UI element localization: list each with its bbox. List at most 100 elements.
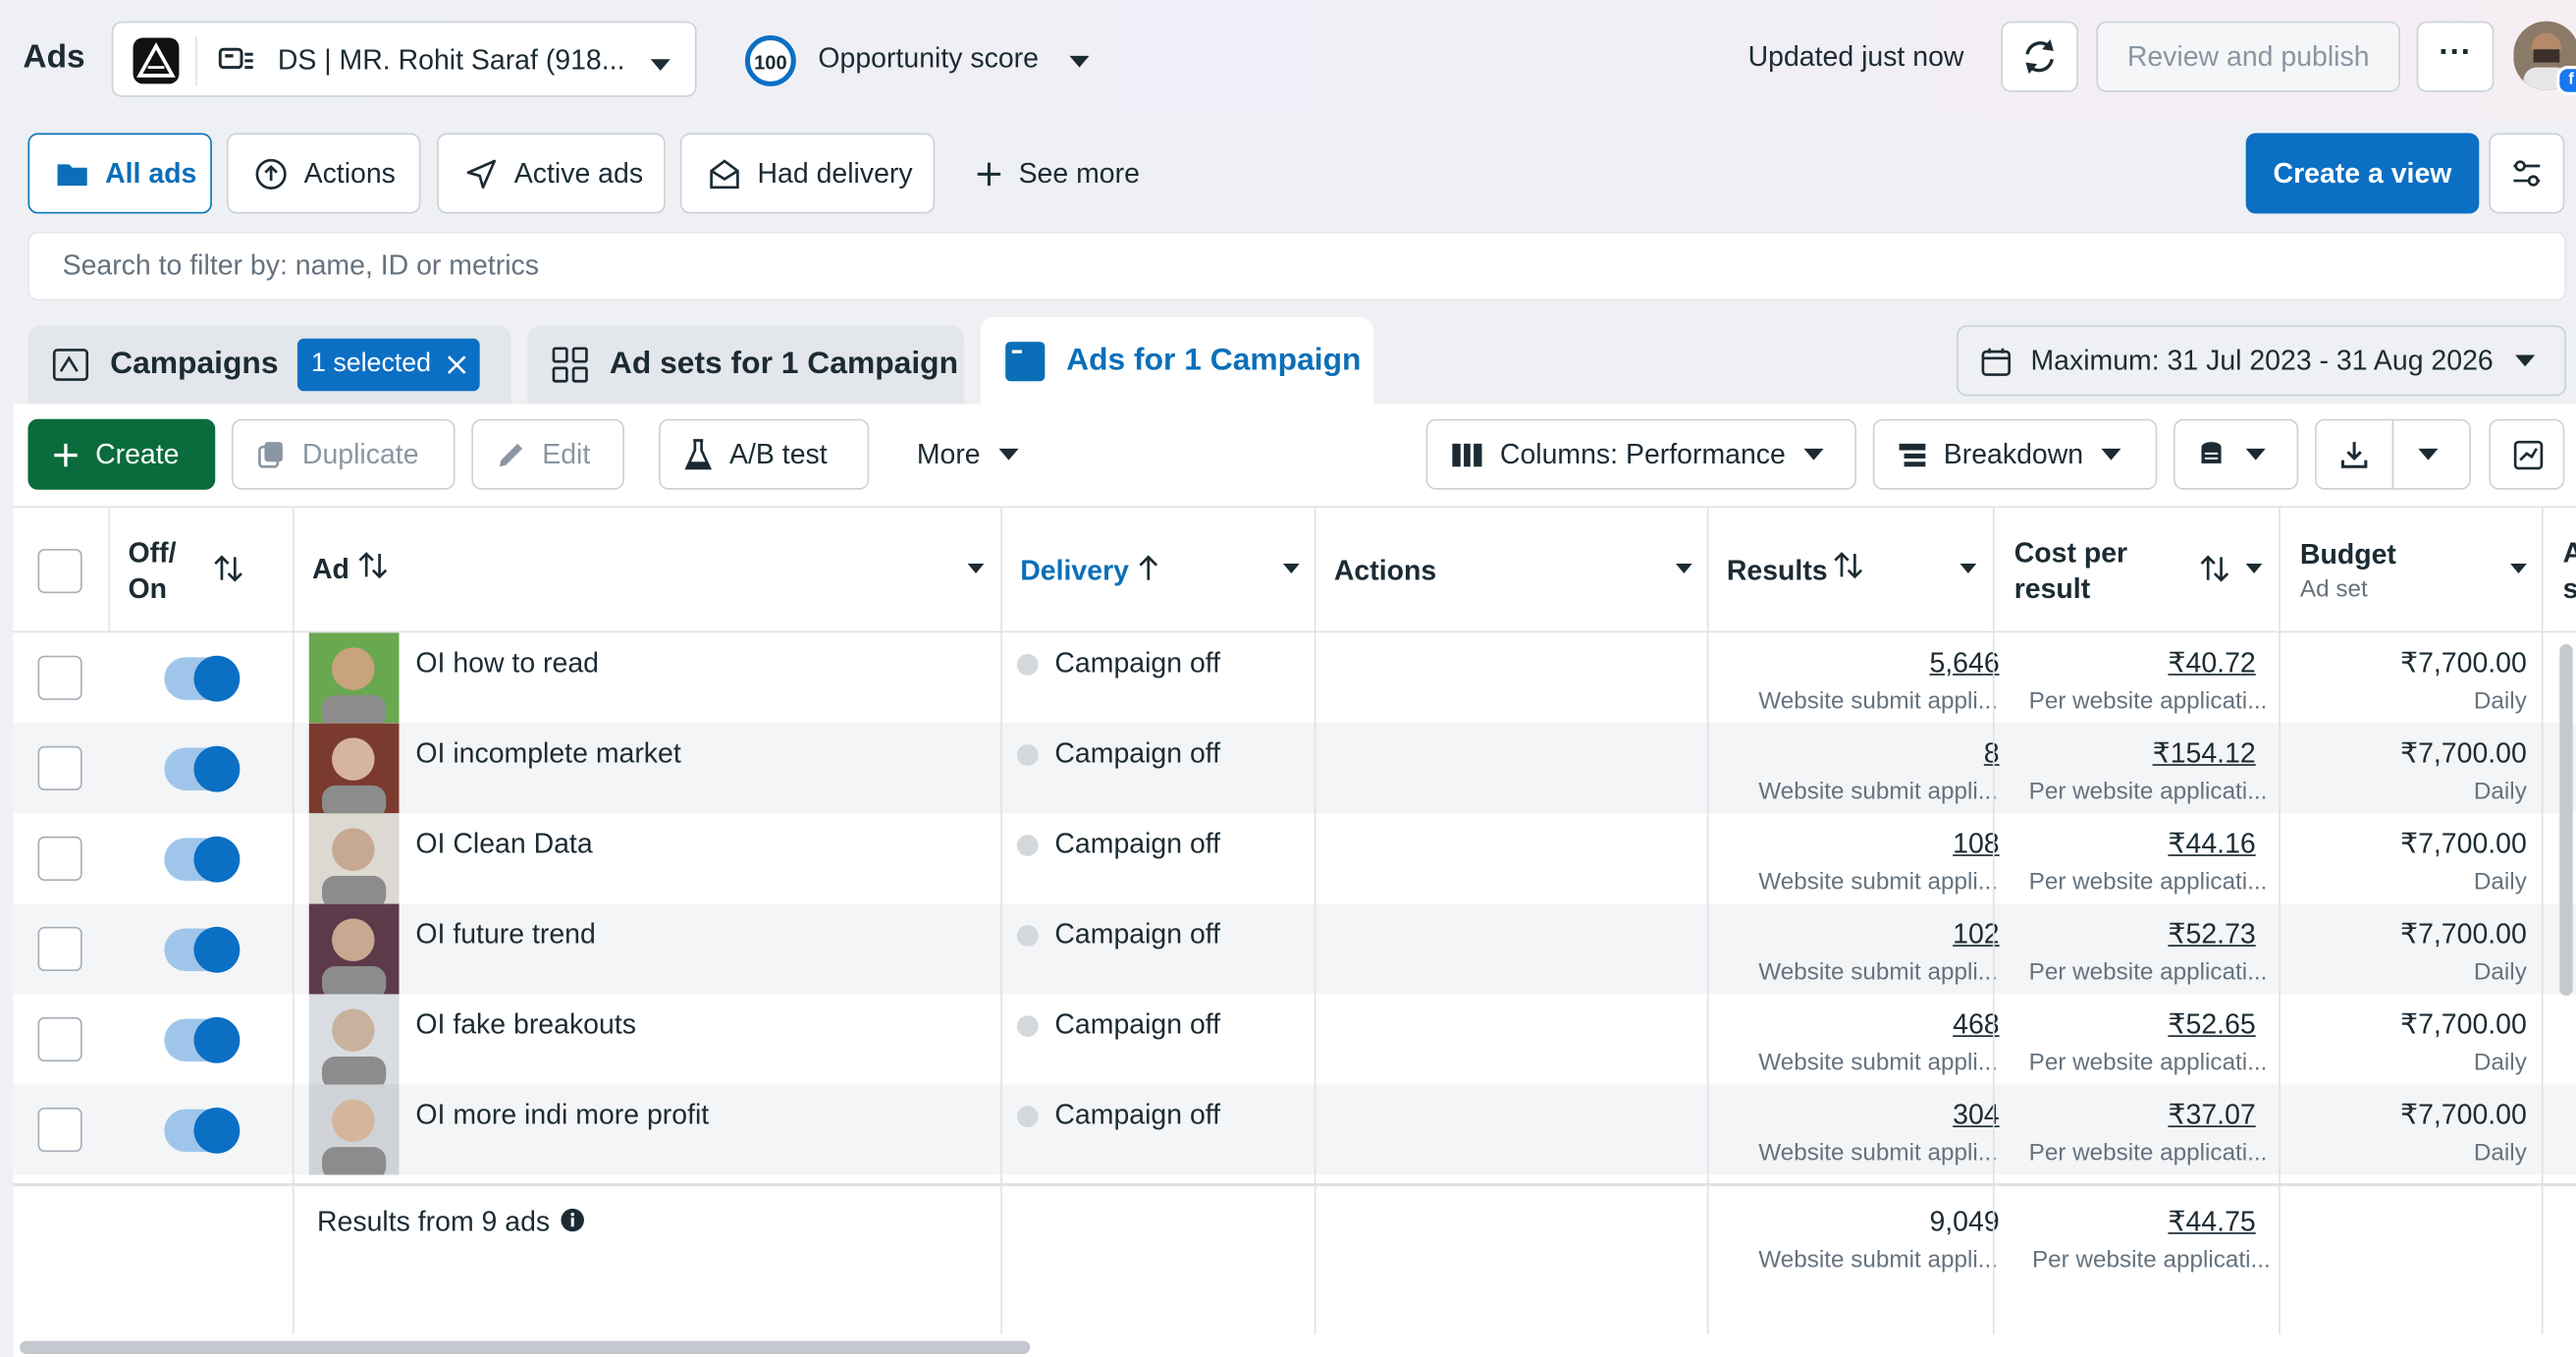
caret-down-icon[interactable]: [1068, 49, 1091, 79]
ad-toggle[interactable]: [164, 745, 241, 792]
refresh-button[interactable]: [2001, 21, 2078, 92]
column-menu-icon[interactable]: [2508, 562, 2528, 574]
ad-name[interactable]: OI Clean Data: [415, 828, 592, 860]
export-options-dropdown[interactable]: [2391, 418, 2471, 490]
account-selector[interactable]: DS | MR. Rohit Saraf (918...: [111, 21, 697, 97]
opportunity-score-label[interactable]: Opportunity score: [818, 43, 1039, 76]
budget-value[interactable]: ₹7,700.00: [2400, 1009, 2527, 1042]
header-off-on[interactable]: Off/ On: [110, 506, 295, 633]
see-more-button[interactable]: See more: [976, 158, 1140, 190]
table-row[interactable]: OI how to read Campaign off 5,646 Website s…: [13, 632, 2576, 724]
review-publish-button[interactable]: Review and publish: [2096, 21, 2400, 92]
sort-icon[interactable]: [1832, 551, 1864, 580]
budget-value[interactable]: ₹7,700.00: [2400, 828, 2527, 860]
more-button[interactable]: More: [893, 419, 1051, 490]
tab-ads[interactable]: Ads for 1 Campaign: [981, 316, 1374, 407]
ad-name[interactable]: OI more indi more profit: [415, 1100, 709, 1132]
column-menu-icon[interactable]: [1281, 562, 1301, 574]
results-value[interactable]: 8: [1984, 737, 2000, 770]
budget-value[interactable]: ₹7,700.00: [2400, 918, 2527, 950]
reports-dropdown[interactable]: [2174, 418, 2299, 490]
view-actions[interactable]: Actions: [226, 133, 421, 214]
view-had-delivery[interactable]: Had delivery: [679, 133, 936, 214]
columns-dropdown[interactable]: Columns: Performance: [1425, 418, 1857, 490]
horizontal-scrollbar[interactable]: [20, 1340, 1031, 1354]
budget-value[interactable]: ₹7,700.00: [2400, 1100, 2527, 1132]
opportunity-score-icon[interactable]: 100: [742, 32, 796, 86]
tab-campaigns[interactable]: Campaigns 1 selected: [27, 325, 511, 405]
view-all-ads[interactable]: All ads: [27, 133, 212, 214]
table-row[interactable]: OI fake breakouts Campaign off 468 Website …: [13, 994, 2576, 1085]
ad-toggle[interactable]: [164, 1016, 241, 1063]
ad-toggle[interactable]: [164, 1107, 241, 1154]
row-checkbox[interactable]: [37, 1016, 82, 1062]
edit-button[interactable]: Edit: [471, 418, 624, 490]
breakdown-dropdown[interactable]: Breakdown: [1872, 418, 2158, 490]
sort-ascending-icon[interactable]: [1137, 554, 1159, 583]
search-filter[interactable]: [27, 231, 2567, 301]
select-all-checkbox[interactable]: [37, 548, 82, 594]
cost-value[interactable]: ₹154.12: [2153, 737, 2256, 770]
sort-icon[interactable]: [356, 551, 389, 580]
ad-thumbnail[interactable]: [308, 903, 400, 995]
table-row[interactable]: OI more indi more profit Campaign off 304 W…: [13, 1084, 2576, 1175]
header-ad[interactable]: Ad: [294, 506, 1002, 633]
cost-value[interactable]: ₹52.65: [2168, 1009, 2255, 1042]
sort-icon[interactable]: [212, 554, 244, 583]
create-view-button[interactable]: Create a view: [2245, 133, 2480, 214]
column-menu-icon[interactable]: [1959, 562, 1978, 574]
cost-value[interactable]: ₹44.16: [2168, 828, 2255, 860]
cost-value[interactable]: ₹37.07: [2168, 1100, 2255, 1132]
ad-thumbnail[interactable]: [308, 1084, 400, 1175]
row-checkbox[interactable]: [37, 745, 82, 790]
row-checkbox[interactable]: [37, 1107, 82, 1153]
sort-icon[interactable]: [2198, 554, 2230, 583]
ad-name[interactable]: OI incomplete market: [415, 737, 680, 770]
column-menu-icon[interactable]: [1674, 562, 1693, 574]
ab-test-button[interactable]: A/B test: [659, 418, 870, 490]
cost-value[interactable]: ₹52.73: [2168, 918, 2255, 950]
view-active-ads[interactable]: Active ads: [437, 133, 666, 214]
results-value[interactable]: 5,646: [1929, 647, 1999, 679]
ad-thumbnail[interactable]: [308, 723, 400, 814]
vertical-scrollbar[interactable]: [2559, 644, 2573, 997]
budget-value[interactable]: ₹7,700.00: [2400, 737, 2527, 770]
charts-button[interactable]: [2489, 418, 2565, 490]
row-checkbox[interactable]: [37, 926, 82, 972]
duplicate-button[interactable]: Duplicate: [231, 418, 456, 490]
ad-toggle[interactable]: [164, 926, 241, 973]
cost-value[interactable]: ₹40.72: [2168, 647, 2255, 679]
header-next-column[interactable]: A s: [2543, 506, 2576, 633]
budget-value[interactable]: ₹7,700.00: [2400, 647, 2527, 679]
ad-thumbnail[interactable]: [308, 994, 400, 1085]
table-row[interactable]: OI Clean Data Campaign off 108 Website subm…: [13, 813, 2576, 904]
column-menu-icon[interactable]: [966, 562, 986, 574]
table-row[interactable]: OI incomplete market Campaign off 8 Website…: [13, 723, 2576, 814]
export-button[interactable]: [2314, 418, 2394, 490]
ad-name[interactable]: OI how to read: [415, 647, 599, 679]
more-options-button[interactable]: ···: [2416, 21, 2495, 92]
close-icon[interactable]: [448, 354, 467, 374]
row-checkbox[interactable]: [37, 836, 82, 881]
ad-toggle[interactable]: [164, 836, 241, 883]
ad-name[interactable]: OI future trend: [415, 918, 595, 950]
row-checkbox[interactable]: [37, 655, 82, 700]
date-range-picker[interactable]: Maximum: 31 Jul 2023 - 31 Aug 2026: [1957, 325, 2567, 397]
ad-toggle[interactable]: [164, 655, 241, 702]
view-settings-button[interactable]: [2489, 133, 2565, 214]
ad-name[interactable]: OI fake breakouts: [415, 1009, 636, 1042]
search-input[interactable]: [29, 233, 2565, 299]
header-actions[interactable]: Actions: [1315, 506, 1709, 633]
ad-thumbnail[interactable]: [308, 632, 400, 724]
header-delivery[interactable]: Delivery: [1001, 506, 1316, 633]
header-results[interactable]: Results: [1708, 506, 1995, 633]
header-budget[interactable]: Budget Ad set: [2280, 506, 2544, 633]
tab-adsets[interactable]: Ad sets for 1 Campaign: [527, 325, 965, 405]
ad-thumbnail[interactable]: [308, 813, 400, 904]
table-row[interactable]: OI future trend Campaign off 102 Website su…: [13, 903, 2576, 995]
column-menu-icon[interactable]: [2244, 562, 2264, 574]
info-icon[interactable]: [561, 1208, 585, 1232]
footer-cost[interactable]: ₹44.75: [2168, 1206, 2255, 1238]
selected-badge[interactable]: 1 selected: [297, 338, 481, 392]
create-button[interactable]: Create: [27, 418, 216, 490]
